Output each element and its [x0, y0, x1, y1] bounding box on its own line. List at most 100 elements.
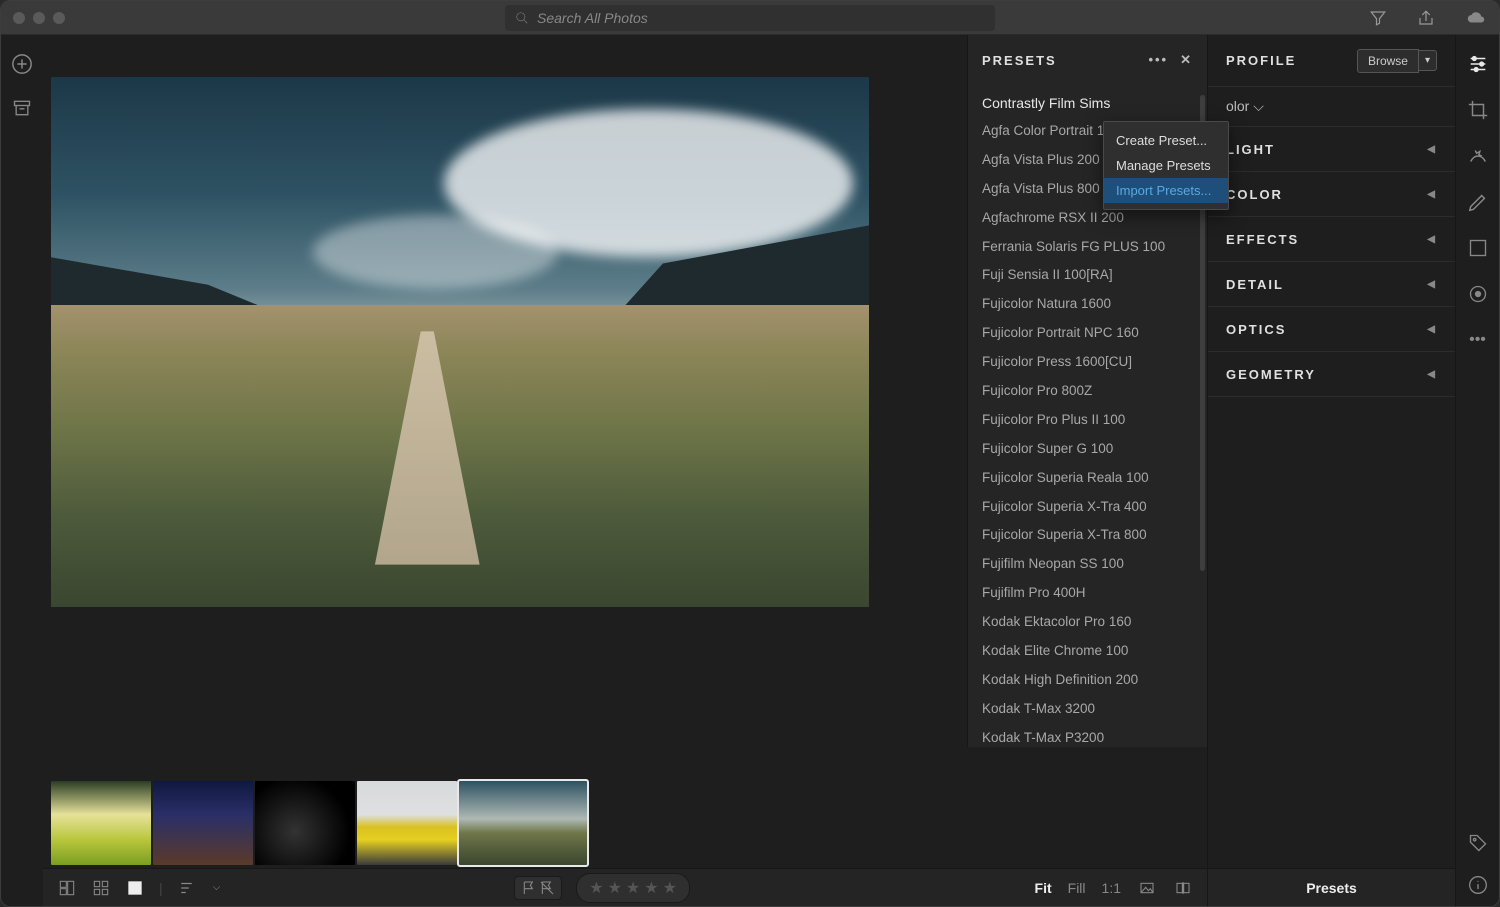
- preset-item[interactable]: Fujicolor Portrait NPC 160: [968, 319, 1207, 348]
- zoom-1to1[interactable]: 1:1: [1102, 880, 1121, 896]
- section-color[interactable]: COLOR◀: [1208, 172, 1455, 217]
- presets-close-icon[interactable]: ✕: [1180, 52, 1193, 68]
- collapse-icon: ◀: [1427, 234, 1437, 245]
- section-light[interactable]: LIGHT◀: [1208, 127, 1455, 172]
- linear-gradient-icon[interactable]: [1467, 237, 1489, 259]
- search-placeholder: Search All Photos: [537, 10, 648, 26]
- preset-item[interactable]: Fujicolor Superia Reala 100: [968, 464, 1207, 493]
- preset-item[interactable]: Ferrania Solaris FG PLUS 100: [968, 233, 1207, 262]
- preset-item[interactable]: Kodak T-Max P3200: [968, 724, 1207, 753]
- preset-item[interactable]: Fujifilm Pro 400H: [968, 579, 1207, 608]
- ctx-create-preset[interactable]: Create Preset...: [1104, 128, 1228, 153]
- info-icon[interactable]: [1467, 874, 1489, 896]
- collapse-icon: ◀: [1427, 144, 1437, 155]
- search-icon: [515, 11, 529, 25]
- archive-icon[interactable]: [11, 97, 33, 119]
- preset-item[interactable]: Fujifilm Neopan SS 100: [968, 550, 1207, 579]
- profile-browse-button[interactable]: Browse: [1357, 49, 1419, 73]
- search-input[interactable]: Search All Photos: [505, 5, 995, 31]
- window-maximize[interactable]: [53, 12, 65, 24]
- star-icon[interactable]: ★: [644, 878, 658, 898]
- section-optics[interactable]: OPTICS◀: [1208, 307, 1455, 352]
- section-effects[interactable]: EFFECTS◀: [1208, 217, 1455, 262]
- star-icon[interactable]: ★: [589, 878, 603, 898]
- preset-item[interactable]: Fujicolor Pro Plus II 100: [968, 406, 1207, 435]
- titlebar: Search All Photos: [1, 1, 1499, 35]
- presets-context-menu: Create Preset... Manage Presets Import P…: [1103, 121, 1229, 210]
- edit-panel: PROFILE Browse ▾ olor ⌵ LIGHT◀ COLOR◀ EF…: [1207, 35, 1455, 906]
- filmstrip-thumb-selected[interactable]: [459, 781, 587, 865]
- right-tool-strip: •••: [1455, 35, 1499, 906]
- crop-icon[interactable]: [1467, 99, 1489, 121]
- preset-list: Agfa Color Portrait 160 Agfa Vista Plus …: [968, 117, 1207, 753]
- single-view-icon[interactable]: [125, 880, 145, 896]
- radial-gradient-icon[interactable]: [1467, 283, 1489, 305]
- add-photo-icon[interactable]: [11, 53, 33, 75]
- edit-sliders-icon[interactable]: [1467, 53, 1489, 75]
- center-pane: PRESETS ••• ✕ Contrastly Film Sims Agfa …: [43, 35, 1207, 906]
- healing-brush-icon[interactable]: [1467, 145, 1489, 167]
- preset-item[interactable]: Kodak Elite Chrome 100: [968, 637, 1207, 666]
- main-photo[interactable]: [51, 77, 869, 607]
- profile-browse-dropdown[interactable]: ▾: [1419, 50, 1437, 71]
- zoom-fit[interactable]: Fit: [1035, 880, 1052, 896]
- cloud-icon[interactable]: [1465, 9, 1487, 27]
- preset-item[interactable]: Kodak High Definition 200: [968, 666, 1207, 695]
- star-icon[interactable]: ★: [663, 878, 677, 898]
- profile-label: PROFILE: [1226, 53, 1296, 68]
- preset-item[interactable]: Fujicolor Superia X-Tra 400: [968, 493, 1207, 522]
- share-icon[interactable]: [1417, 9, 1435, 27]
- zoom-fill[interactable]: Fill: [1068, 880, 1086, 896]
- star-icon[interactable]: ★: [626, 878, 640, 898]
- grid-view-icon[interactable]: [57, 880, 77, 896]
- preset-item[interactable]: Fujicolor Super G 100: [968, 435, 1207, 464]
- window-minimize[interactable]: [33, 12, 45, 24]
- tile-view-icon[interactable]: [91, 880, 111, 896]
- collapse-icon: ◀: [1427, 189, 1437, 200]
- section-detail[interactable]: DETAIL◀: [1208, 262, 1455, 307]
- original-compare-icon[interactable]: [1137, 880, 1157, 896]
- presets-more-icon[interactable]: •••: [1148, 52, 1168, 68]
- presets-title: PRESETS: [982, 53, 1057, 68]
- preset-item[interactable]: Fujicolor Press 1600[CU]: [968, 348, 1207, 377]
- split-compare-icon[interactable]: [1173, 880, 1193, 896]
- window-controls: [13, 12, 65, 24]
- star-icon[interactable]: ★: [608, 878, 622, 898]
- profile-row: PROFILE Browse ▾: [1208, 35, 1455, 87]
- collapse-icon: ◀: [1427, 369, 1437, 380]
- preset-item[interactable]: Fujicolor Natura 1600: [968, 290, 1207, 319]
- preset-item[interactable]: Fuji Sensia II 100[RA]: [968, 261, 1207, 290]
- flag-reject-icon[interactable]: [539, 880, 555, 896]
- preset-group-title[interactable]: Contrastly Film Sims: [968, 85, 1207, 117]
- filmstrip-thumb[interactable]: [357, 781, 457, 865]
- presets-panel: PRESETS ••• ✕ Contrastly Film Sims Agfa …: [967, 35, 1207, 747]
- window-close[interactable]: [13, 12, 25, 24]
- presets-button[interactable]: Presets: [1208, 868, 1455, 906]
- filmstrip-thumb[interactable]: [51, 781, 151, 865]
- section-geometry[interactable]: GEOMETRY◀: [1208, 352, 1455, 397]
- tag-icon[interactable]: [1467, 832, 1489, 854]
- sort-chevron-icon[interactable]: ⌵: [213, 882, 221, 893]
- filmstrip-thumb[interactable]: [255, 781, 355, 865]
- ctx-import-presets[interactable]: Import Presets...: [1104, 178, 1228, 203]
- preset-item[interactable]: Kodak Ektacolor Pro 160: [968, 608, 1207, 637]
- preset-item[interactable]: Kodak T-Max 3200: [968, 695, 1207, 724]
- sort-icon[interactable]: [177, 879, 199, 897]
- presets-header: PRESETS ••• ✕: [968, 35, 1207, 85]
- more-icon[interactable]: •••: [1467, 329, 1489, 351]
- bottom-bar: | ⌵ ★ ★ ★ ★ ★ Fit Fill 1:1: [43, 868, 1207, 906]
- preset-item[interactable]: Fujicolor Pro 800Z: [968, 377, 1207, 406]
- ctx-manage-presets[interactable]: Manage Presets: [1104, 153, 1228, 178]
- flag-group: [514, 876, 562, 900]
- profile-value: olor ⌵: [1226, 98, 1264, 115]
- collapse-icon: ◀: [1427, 324, 1437, 335]
- profile-value-row[interactable]: olor ⌵: [1208, 87, 1455, 127]
- collapse-icon: ◀: [1427, 279, 1437, 290]
- brush-icon[interactable]: [1467, 191, 1489, 213]
- preset-item[interactable]: Fujicolor Superia X-Tra 800: [968, 521, 1207, 550]
- filmstrip-thumb[interactable]: [153, 781, 253, 865]
- filmstrip[interactable]: [43, 778, 1207, 868]
- flag-pick-icon[interactable]: [521, 880, 537, 896]
- rating-stars[interactable]: ★ ★ ★ ★ ★: [576, 873, 690, 903]
- filter-icon[interactable]: [1369, 9, 1387, 27]
